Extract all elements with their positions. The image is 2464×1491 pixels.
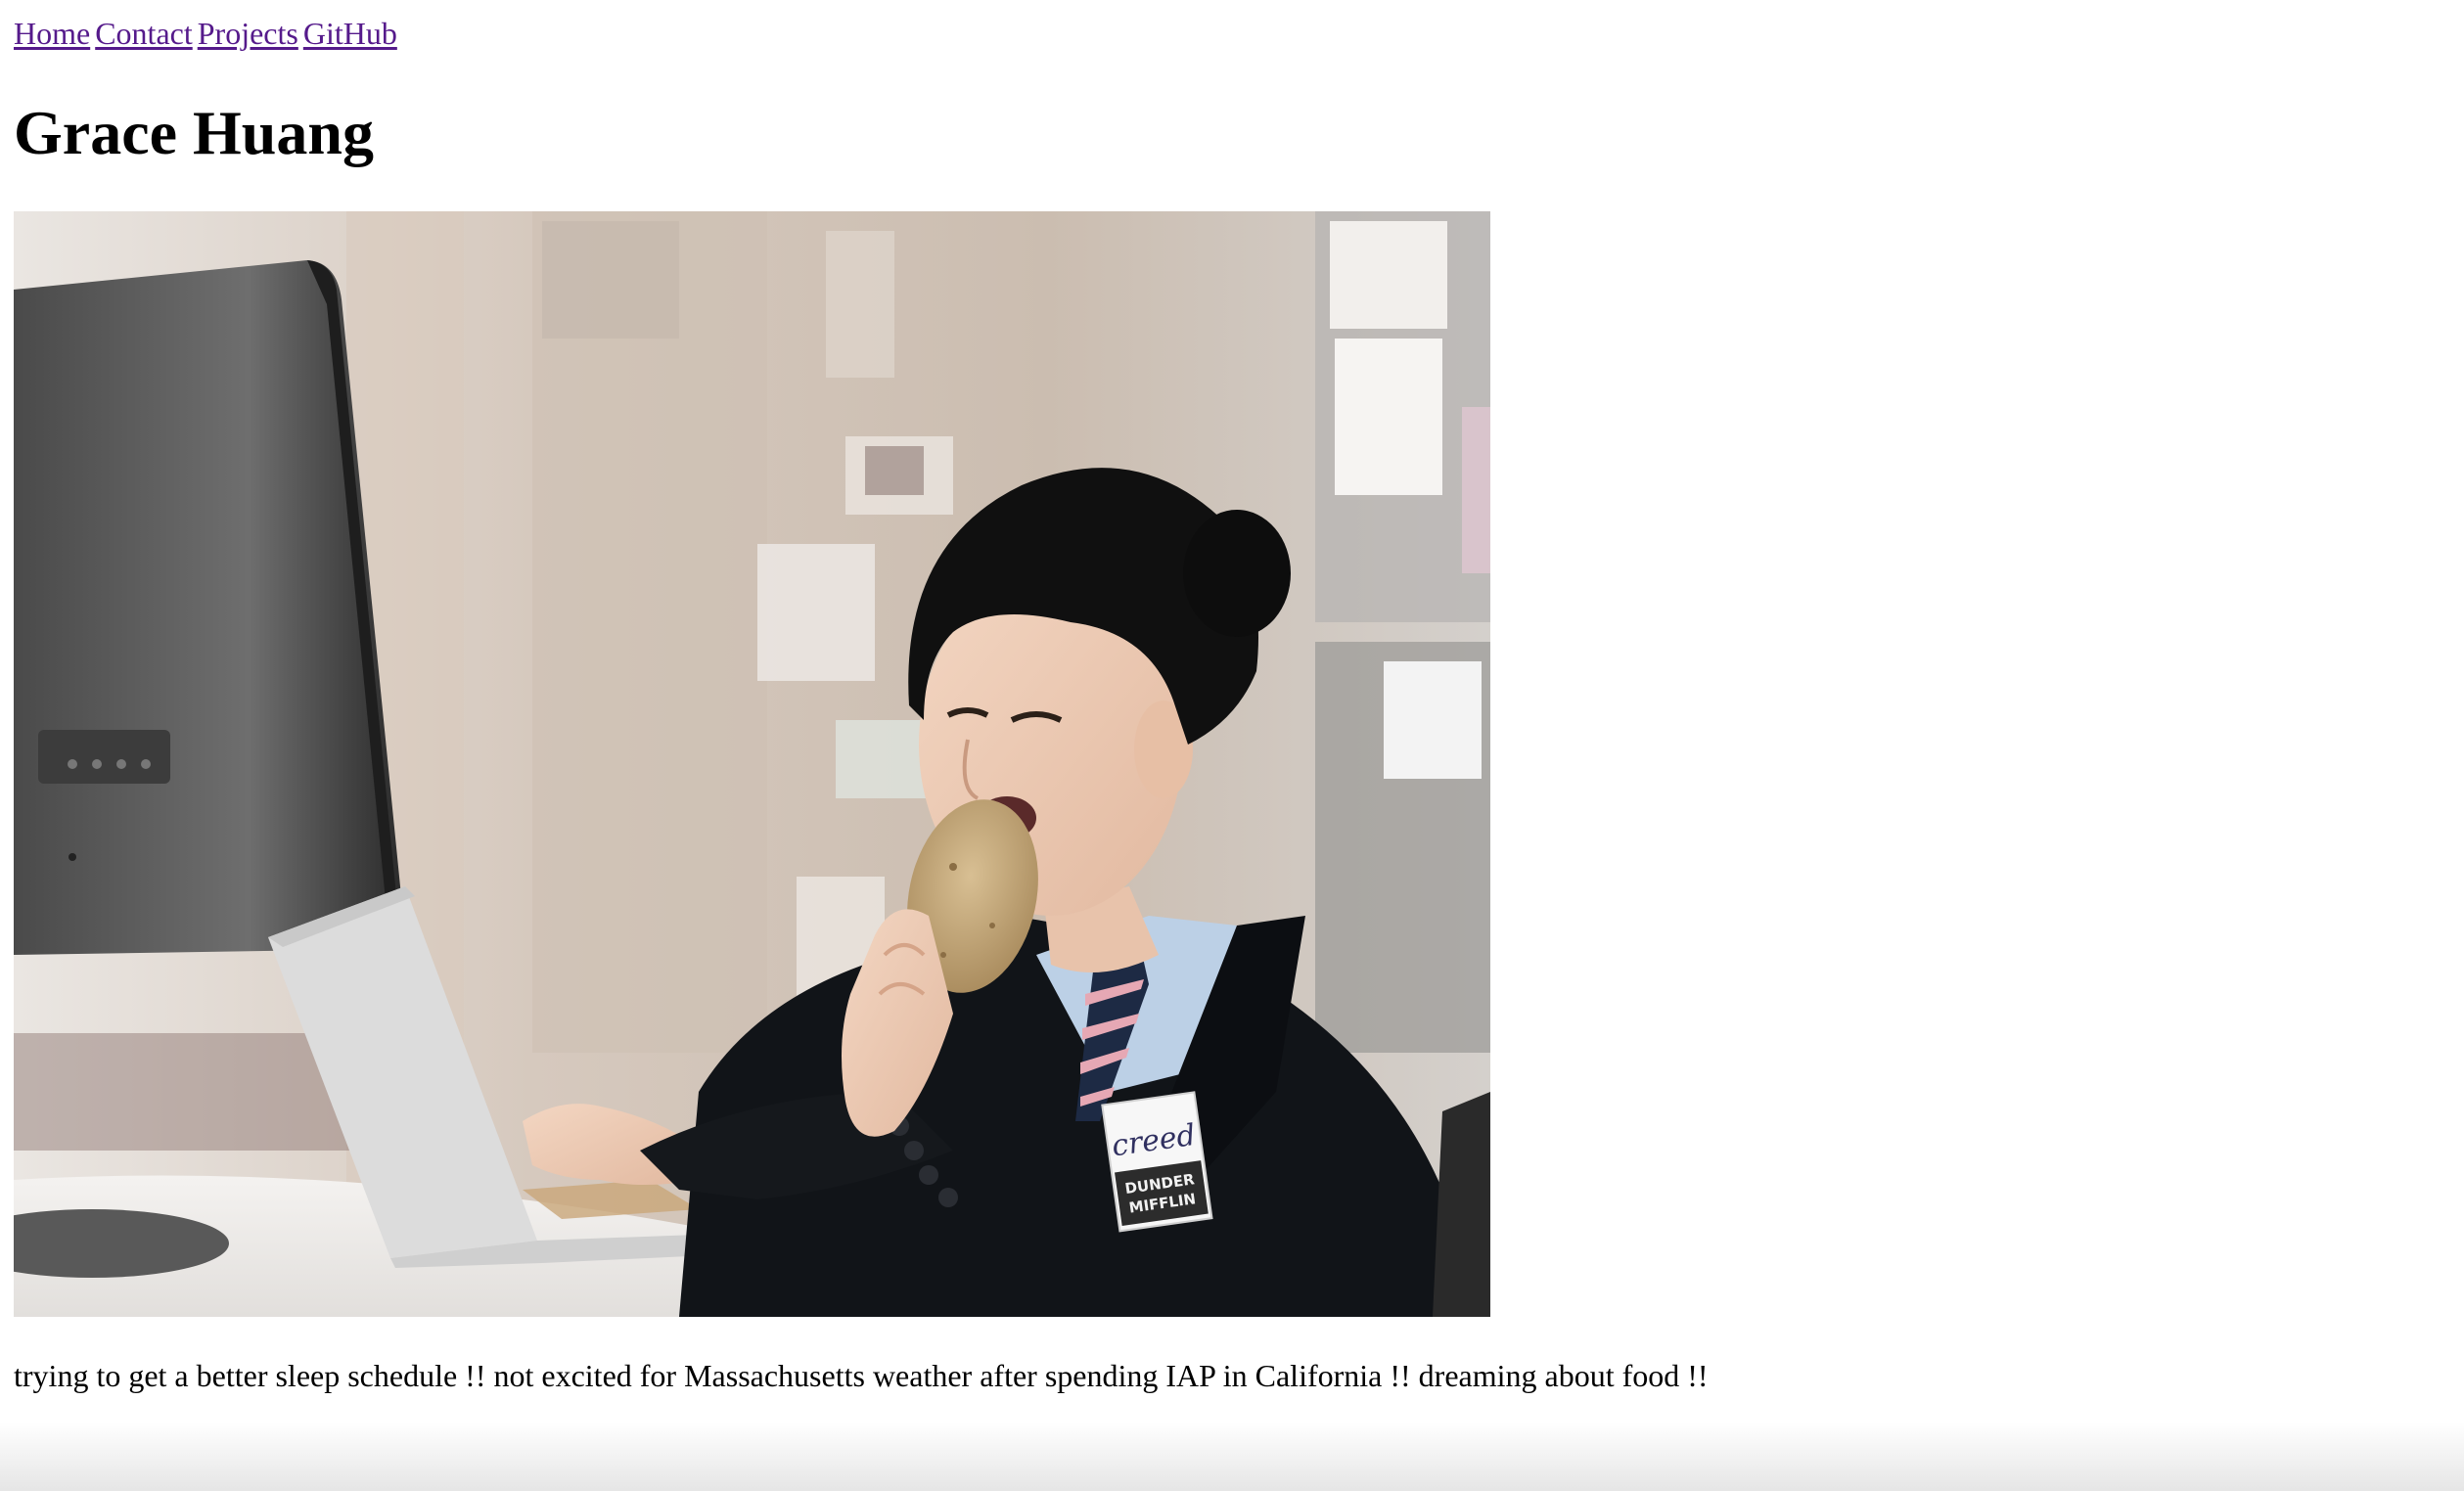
- nav-link-projects[interactable]: Projects: [198, 16, 298, 51]
- nav-link-github[interactable]: GitHub: [303, 16, 397, 51]
- bio-text: trying to get a better sleep schedule !!…: [14, 1358, 1709, 1393]
- window-bottom-shadow: [0, 1423, 2464, 1491]
- nav-link-home[interactable]: Home: [14, 16, 90, 51]
- nav-link-contact[interactable]: Contact: [95, 16, 193, 51]
- page-title: Grace Huang: [14, 98, 374, 167]
- top-nav: Home Contact Projects GitHub: [14, 14, 402, 53]
- profile-photo: creed DUNDER MIFFLIN: [14, 211, 1490, 1317]
